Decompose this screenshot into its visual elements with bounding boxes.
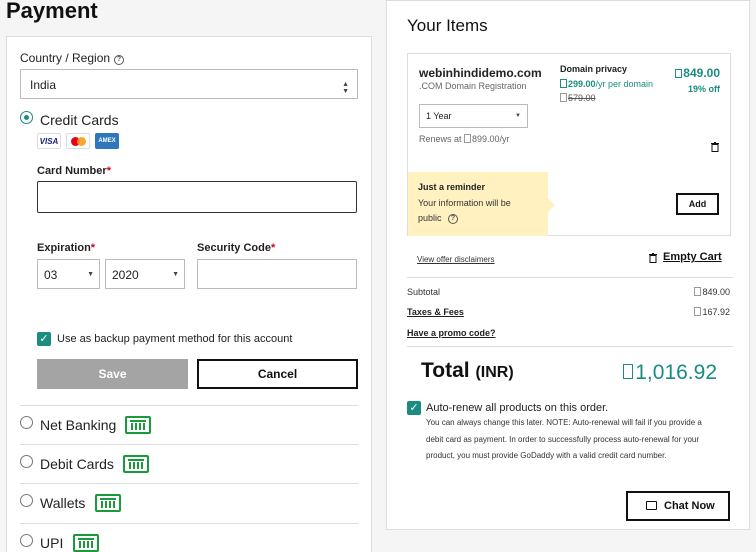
empty-cart-link[interactable]: Empty Cart: [663, 251, 722, 263]
currency-icon: [694, 287, 702, 296]
auto-renew-note: You can always change this later. NOTE: …: [426, 418, 702, 460]
country-label-wrap: Country / Region?: [20, 51, 125, 65]
auto-renew-label: Auto-renew all products on this order.: [426, 402, 609, 414]
card-number-input[interactable]: [37, 181, 357, 213]
subtotal-label: Subtotal: [407, 287, 441, 297]
term-select[interactable]: 1 Year ▼: [419, 104, 528, 128]
divider: [20, 483, 358, 484]
chat-icon: [646, 501, 657, 510]
privacy-price: 299.00/yr per domain: [560, 79, 653, 89]
add-privacy-button[interactable]: Add: [676, 193, 719, 215]
privacy-title: Domain privacy: [560, 64, 628, 74]
promo-code-link[interactable]: Have a promo code?: [407, 328, 496, 338]
upi-label[interactable]: UPI: [40, 535, 63, 551]
divider: [20, 523, 358, 524]
payment-panel: Country / Region? India ▲ ▼ Credit Cards …: [6, 36, 372, 552]
currency-icon: [694, 307, 702, 316]
expiration-year-value: 2020: [112, 268, 139, 282]
country-label: Country / Region: [20, 51, 111, 65]
divider: [20, 405, 358, 406]
reminder-title: Just a reminder: [418, 182, 486, 192]
trash-icon[interactable]: [711, 142, 719, 152]
security-code-input[interactable]: [197, 259, 357, 289]
chevron-down-icon: ▲ ▼: [342, 81, 349, 95]
save-button[interactable]: Save: [37, 359, 188, 389]
view-disclaimers-link[interactable]: View offer disclaimers: [417, 255, 495, 264]
backup-label: Use as backup payment method for this ac…: [57, 333, 293, 345]
expiration-month-select[interactable]: 03 ▼: [37, 259, 100, 289]
bank-icon: [95, 494, 121, 512]
bank-icon: [123, 455, 149, 473]
domain-name: webinhindidemo.com: [419, 66, 542, 80]
reminder-box: Just a reminder Your information will be…: [408, 172, 555, 236]
auto-renew-checkbox[interactable]: ✓: [407, 401, 421, 415]
wallets-label[interactable]: Wallets: [40, 495, 85, 511]
cancel-button[interactable]: Cancel: [197, 359, 358, 389]
currency-icon: [560, 93, 567, 102]
credit-cards-label[interactable]: Credit Cards: [40, 112, 119, 128]
credit-cards-radio[interactable]: [20, 111, 33, 124]
taxes-value: 167.92: [694, 307, 730, 317]
net-banking-radio[interactable]: [20, 416, 33, 429]
privacy-old-price: 579.00: [560, 93, 596, 103]
currency-icon: [623, 364, 634, 379]
renews-text: Renews at 899.00/yr: [419, 134, 510, 144]
backup-checkbox[interactable]: ✓: [37, 332, 51, 346]
caret-down-icon: ▼: [515, 113, 521, 119]
total-label: Total (INR): [421, 359, 514, 382]
card-number-label: Card Number*: [37, 165, 111, 177]
help-icon[interactable]: ?: [448, 214, 459, 224]
caret-down-icon: ▼: [172, 271, 179, 278]
subtotal-value: 849.00: [694, 287, 730, 297]
card-logos: VISA AMEX: [37, 133, 119, 149]
currency-icon: [560, 79, 567, 88]
mastercard-logo-icon: [66, 133, 90, 149]
debit-cards-radio[interactable]: [20, 455, 33, 468]
country-value: India: [30, 78, 57, 92]
item-discount: 19% off: [687, 84, 720, 94]
upi-radio[interactable]: [20, 534, 33, 547]
amex-logo-icon: AMEX: [95, 133, 119, 149]
term-value: 1 Year: [426, 111, 452, 121]
taxes-fees-link[interactable]: Taxes & Fees: [407, 307, 464, 317]
reminder-text: Your information will be public ?: [418, 198, 511, 224]
page-title: Payment: [6, 0, 98, 23]
currency-icon: [464, 134, 472, 143]
expiration-label: Expiration*: [37, 242, 96, 254]
trash-icon: [649, 253, 657, 263]
chat-label: Chat Now: [664, 500, 715, 512]
total-value: 1,016.92: [623, 361, 717, 385]
currency-icon: [675, 69, 683, 78]
security-code-label: Security Code*: [197, 242, 276, 254]
wallets-radio[interactable]: [20, 494, 33, 507]
expiration-month-value: 03: [44, 268, 58, 282]
divider: [407, 277, 733, 278]
bank-icon: [125, 416, 151, 434]
divider: [407, 346, 733, 347]
cart-item: webinhindidemo.com .COM Domain Registrat…: [407, 53, 731, 236]
net-banking-label[interactable]: Net Banking: [40, 417, 116, 433]
help-icon[interactable]: ?: [114, 55, 125, 65]
items-title: Your Items: [407, 16, 488, 35]
bank-icon: [73, 534, 99, 552]
item-price: 849.00: [675, 66, 720, 80]
expiration-year-select[interactable]: 2020 ▼: [105, 259, 185, 289]
visa-logo-icon: VISA: [37, 133, 61, 149]
debit-cards-label[interactable]: Debit Cards: [40, 456, 114, 472]
chat-now-button[interactable]: Chat Now: [626, 491, 730, 521]
domain-description: .COM Domain Registration: [419, 81, 527, 91]
country-select[interactable]: India ▲ ▼: [20, 69, 358, 99]
caret-down-icon: ▼: [87, 271, 94, 278]
items-panel: Your Items webinhindidemo.com .COM Domai…: [386, 0, 750, 530]
divider: [20, 444, 358, 445]
